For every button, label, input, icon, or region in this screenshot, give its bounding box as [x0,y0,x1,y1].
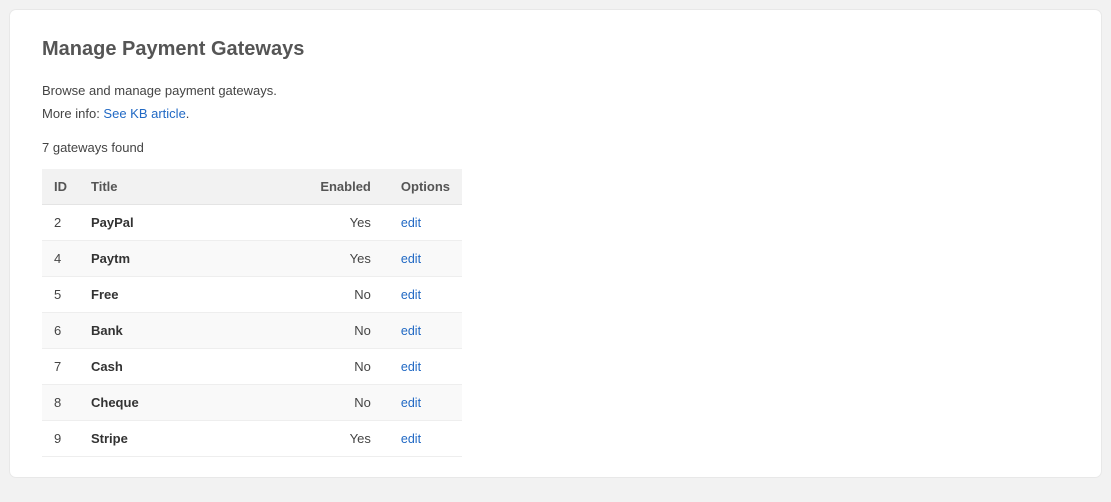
intro-text: Browse and manage payment gateways. More… [42,79,1069,126]
page-title: Manage Payment Gateways [42,38,1069,61]
edit-link[interactable]: edit [401,432,421,446]
cell-id: 2 [42,204,79,240]
intro-suffix: . [186,106,190,121]
col-header-title: Title [79,169,308,205]
cell-title: Stripe [79,420,308,456]
cell-enabled: No [308,348,389,384]
intro-more-prefix: More info: [42,106,103,121]
col-header-enabled: Enabled [308,169,389,205]
edit-link[interactable]: edit [401,252,421,266]
cell-id: 5 [42,276,79,312]
table-row: 6BankNoedit [42,312,462,348]
table-row: 5FreeNoedit [42,276,462,312]
cell-title: PayPal [79,204,308,240]
cell-options: edit [389,240,462,276]
cell-title: Paytm [79,240,308,276]
gateways-table: ID Title Enabled Options 2PayPalYesedit4… [42,169,462,457]
cell-title: Free [79,276,308,312]
table-row: 2PayPalYesedit [42,204,462,240]
table-row: 8ChequeNoedit [42,384,462,420]
cell-options: edit [389,420,462,456]
table-row: 7CashNoedit [42,348,462,384]
col-header-id: ID [42,169,79,205]
cell-options: edit [389,384,462,420]
kb-article-link[interactable]: See KB article [103,106,185,121]
cell-id: 8 [42,384,79,420]
intro-line: Browse and manage payment gateways. [42,83,277,98]
cell-id: 9 [42,420,79,456]
cell-enabled: No [308,384,389,420]
cell-options: edit [389,348,462,384]
cell-id: 7 [42,348,79,384]
col-header-options: Options [389,169,462,205]
cell-title: Bank [79,312,308,348]
cell-title: Cash [79,348,308,384]
cell-options: edit [389,312,462,348]
cell-enabled: No [308,276,389,312]
cell-options: edit [389,204,462,240]
cell-enabled: Yes [308,204,389,240]
cell-title: Cheque [79,384,308,420]
cell-enabled: Yes [308,240,389,276]
edit-link[interactable]: edit [401,288,421,302]
cell-id: 6 [42,312,79,348]
table-row: 4PaytmYesedit [42,240,462,276]
cell-enabled: No [308,312,389,348]
edit-link[interactable]: edit [401,360,421,374]
cell-id: 4 [42,240,79,276]
cell-options: edit [389,276,462,312]
cell-enabled: Yes [308,420,389,456]
table-row: 9StripeYesedit [42,420,462,456]
table-header-row: ID Title Enabled Options [42,169,462,205]
panel: Manage Payment Gateways Browse and manag… [10,10,1101,477]
results-count: 7 gateways found [42,140,1069,155]
edit-link[interactable]: edit [401,396,421,410]
edit-link[interactable]: edit [401,324,421,338]
edit-link[interactable]: edit [401,216,421,230]
